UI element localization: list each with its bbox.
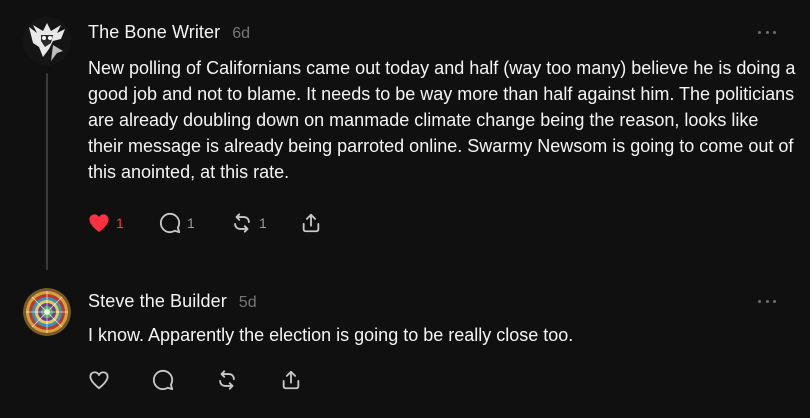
post: Steve the Builder 5d I know. Apparently … [0,280,810,418]
heart-icon [89,214,109,233]
share-button[interactable] [280,369,302,391]
post: The Bone Writer 6d New polling of Califo… [0,0,810,280]
avatar-image [23,288,71,336]
like-button[interactable]: 1 [88,213,159,233]
share-button[interactable] [300,212,322,234]
action-bar: 1 1 1 [88,211,322,235]
repost-button[interactable]: 1 [231,212,300,234]
post-text: I know. Apparently the election is going… [88,325,574,345]
avatar-image [23,17,71,65]
username[interactable]: Steve the Builder [88,291,227,312]
timestamp[interactable]: 5d [239,294,257,312]
heart-icon [89,371,109,390]
timestamp[interactable]: 6d [232,25,250,43]
avatar[interactable] [23,288,71,336]
comment-icon [159,212,181,234]
avatar[interactable] [23,17,71,65]
username[interactable]: The Bone Writer [88,22,220,43]
repost-icon [234,213,250,233]
comment-icon [152,369,174,391]
action-bar [88,368,302,392]
post-header: The Bone Writer 6d [88,22,250,43]
repost-icon [219,370,235,390]
share-icon [302,213,320,233]
more-icon[interactable] [758,296,776,306]
reply-button[interactable] [152,369,216,391]
reply-count: 1 [187,215,195,231]
repost-button[interactable] [216,369,280,391]
thread-line [46,73,48,270]
like-count: 1 [116,215,124,231]
reply-button[interactable]: 1 [159,212,231,234]
repost-count: 1 [259,215,267,231]
like-button[interactable] [88,370,152,390]
share-icon [282,370,300,390]
post-header: Steve the Builder 5d [88,291,257,312]
post-text: New polling of Californians came out tod… [88,58,796,182]
more-icon[interactable] [758,27,776,37]
